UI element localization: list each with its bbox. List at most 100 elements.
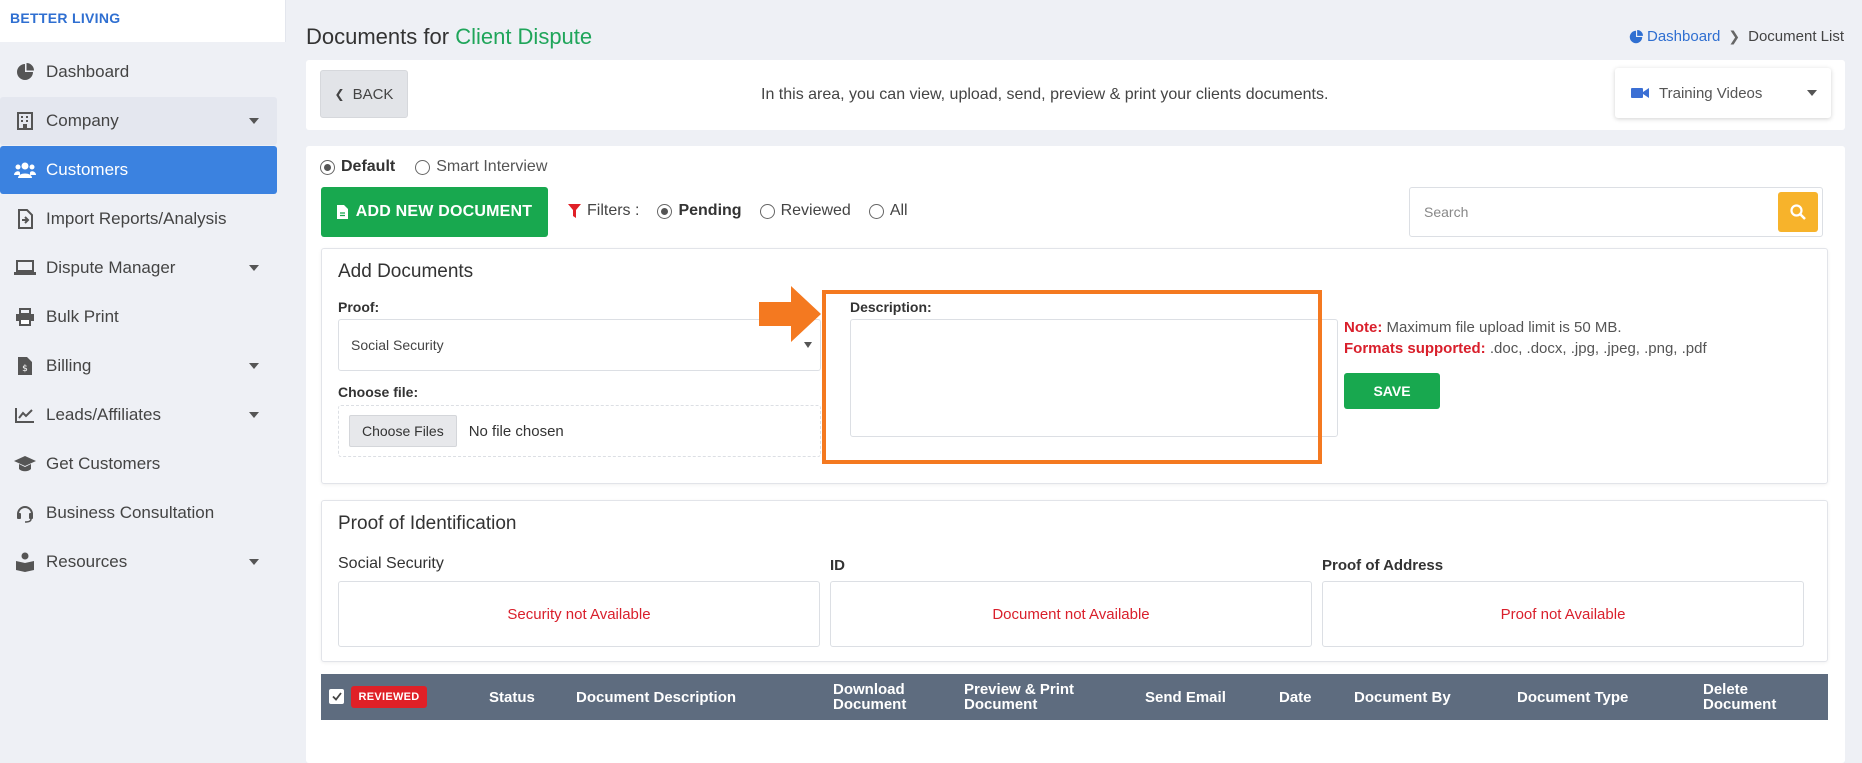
headset-icon	[14, 502, 36, 524]
building-icon	[14, 110, 36, 132]
chevron-right-icon: ❯	[1728, 28, 1741, 44]
proof-of-identification-section: Proof of Identification Social Security …	[321, 500, 1828, 662]
mode-default-label: Default	[341, 158, 396, 175]
radio-unchecked-icon	[868, 203, 884, 219]
users-icon	[14, 159, 36, 181]
sidebar-item-customers[interactable]: Customers	[0, 146, 277, 194]
proof-social-security: Social Security Security not Available	[338, 555, 820, 647]
top-info-bar: ❮ BACK In this area, you can view, uploa…	[306, 60, 1845, 130]
sidebar-item-label: Resources	[46, 552, 128, 571]
search-button[interactable]	[1778, 192, 1818, 232]
sidebar-item-label: Business Consultation	[46, 503, 215, 522]
sidebar-item-company[interactable]: Company	[0, 97, 277, 145]
proof-column-label: Social Security	[338, 555, 444, 572]
pie-chart-icon	[14, 61, 36, 83]
save-button[interactable]: SAVE	[1344, 373, 1440, 409]
book-reader-icon	[14, 551, 36, 573]
filters-group: Filters : Pending Reviewed All	[568, 202, 908, 220]
mode-smart-interview-radio[interactable]: Smart Interview	[415, 158, 547, 176]
filter-pending-label: Pending	[678, 202, 742, 219]
file-import-icon	[14, 208, 36, 230]
page-title-prefix: Documents for	[306, 24, 450, 49]
radio-checked-icon	[657, 203, 673, 219]
breadcrumb-link-label: Dashboard	[1647, 28, 1721, 45]
choose-file-label: Choose file:	[338, 384, 419, 400]
sidebar-nav: Dashboard Company Customers Import Repor…	[0, 48, 286, 586]
filters-label-text: Filters :	[587, 202, 640, 219]
sidebar-item-label: Company	[46, 111, 119, 130]
sidebar-item-resources[interactable]: Resources	[0, 538, 277, 586]
filter-pending-radio[interactable]: Pending	[657, 202, 742, 220]
page-title: Documents for Client Dispute	[306, 24, 592, 50]
radio-unchecked-icon	[415, 159, 431, 175]
line-chart-icon	[14, 404, 36, 426]
chevron-down-icon	[249, 559, 259, 565]
column-header-date: Date	[1279, 688, 1312, 706]
formats-label: Formats supported:	[1344, 340, 1486, 357]
sidebar-item-dispute-manager[interactable]: Dispute Manager	[0, 244, 277, 292]
column-header-preview-print: Preview & Print Document	[964, 681, 1075, 713]
reviewed-button[interactable]: REVIEWED	[351, 686, 427, 708]
sidebar-item-import-reports[interactable]: Import Reports/Analysis	[0, 195, 277, 243]
brand-logo[interactable]: BETTER LIVING	[0, 0, 286, 42]
breadcrumb-current: Document List	[1748, 28, 1844, 45]
page-title-client: Client Dispute	[455, 24, 593, 49]
proof-label: Proof:	[338, 299, 380, 315]
column-header-download: Download Document	[833, 681, 907, 713]
training-videos-label: Training Videos	[1659, 84, 1763, 102]
sidebar: BETTER LIVING Dashboard Company Customer…	[0, 0, 286, 763]
filter-reviewed-radio[interactable]: Reviewed	[759, 202, 851, 220]
proof-column-label: ID	[830, 557, 845, 574]
sidebar-item-label: Leads/Affiliates	[46, 405, 161, 424]
proof-select[interactable]: Social Security	[338, 319, 821, 371]
back-button[interactable]: ❮ BACK	[320, 70, 408, 118]
proof-select-value: Social Security	[351, 337, 444, 353]
description-highlight-box	[822, 290, 1322, 464]
proof-status-box: Security not Available	[338, 581, 820, 647]
chevron-down-icon	[249, 412, 259, 418]
note-label: Note:	[1344, 319, 1383, 336]
sidebar-item-label: Customers	[46, 160, 129, 179]
breadcrumb-dashboard-link[interactable]: Dashboard	[1629, 28, 1720, 45]
no-file-chosen-text: No file chosen	[468, 422, 564, 440]
sidebar-item-billing[interactable]: $ Billing	[0, 342, 277, 390]
check-icon	[331, 692, 342, 701]
mode-selector: Default Smart Interview	[320, 158, 547, 176]
training-videos-dropdown[interactable]: Training Videos	[1615, 68, 1831, 118]
search-input[interactable]	[1410, 188, 1782, 236]
column-header-description: Document Description	[576, 688, 737, 706]
chevron-down-icon	[249, 118, 259, 124]
filter-icon	[568, 204, 581, 218]
sidebar-item-label: Billing	[46, 356, 92, 375]
filter-all-label: All	[889, 202, 908, 219]
proof-status-box: Proof not Available	[1322, 581, 1804, 647]
arrow-right-icon	[759, 286, 821, 342]
sidebar-item-label: Dashboard	[46, 62, 130, 81]
column-header-document-by: Document By	[1354, 688, 1451, 706]
video-camera-icon	[1631, 88, 1649, 98]
column-header-document-type: Document Type	[1517, 688, 1629, 706]
sidebar-item-get-customers[interactable]: Get Customers	[0, 440, 277, 488]
proof-column-label: Proof of Address	[1322, 557, 1444, 574]
mode-default-radio[interactable]: Default	[320, 158, 395, 176]
chevron-left-icon: ❮	[334, 87, 345, 101]
search-icon	[1790, 204, 1806, 220]
sidebar-item-label: Get Customers	[46, 454, 161, 473]
search-box	[1409, 187, 1823, 237]
proof-status-box: Document not Available	[830, 581, 1312, 647]
add-new-document-button[interactable]: ADD NEW DOCUMENT	[321, 187, 548, 237]
breadcrumb: Dashboard ❯ Document List	[1629, 28, 1844, 45]
invoice-icon: $	[14, 355, 36, 377]
select-all-checkbox[interactable]	[329, 689, 344, 704]
sidebar-item-leads-affiliates[interactable]: Leads/Affiliates	[0, 391, 277, 439]
svg-text:$: $	[22, 364, 28, 374]
proof-of-identification-title: Proof of Identification	[338, 513, 517, 534]
column-header-delete: Delete Document	[1703, 681, 1777, 713]
chevron-down-icon	[1807, 90, 1817, 96]
choose-files-button[interactable]: Choose Files	[349, 415, 457, 447]
sidebar-item-business-consultation[interactable]: Business Consultation	[0, 489, 277, 537]
sidebar-item-bulk-print[interactable]: Bulk Print	[0, 293, 277, 341]
filter-all-radio[interactable]: All	[868, 202, 908, 220]
filter-reviewed-label: Reviewed	[780, 202, 851, 219]
sidebar-item-dashboard[interactable]: Dashboard	[0, 48, 277, 96]
